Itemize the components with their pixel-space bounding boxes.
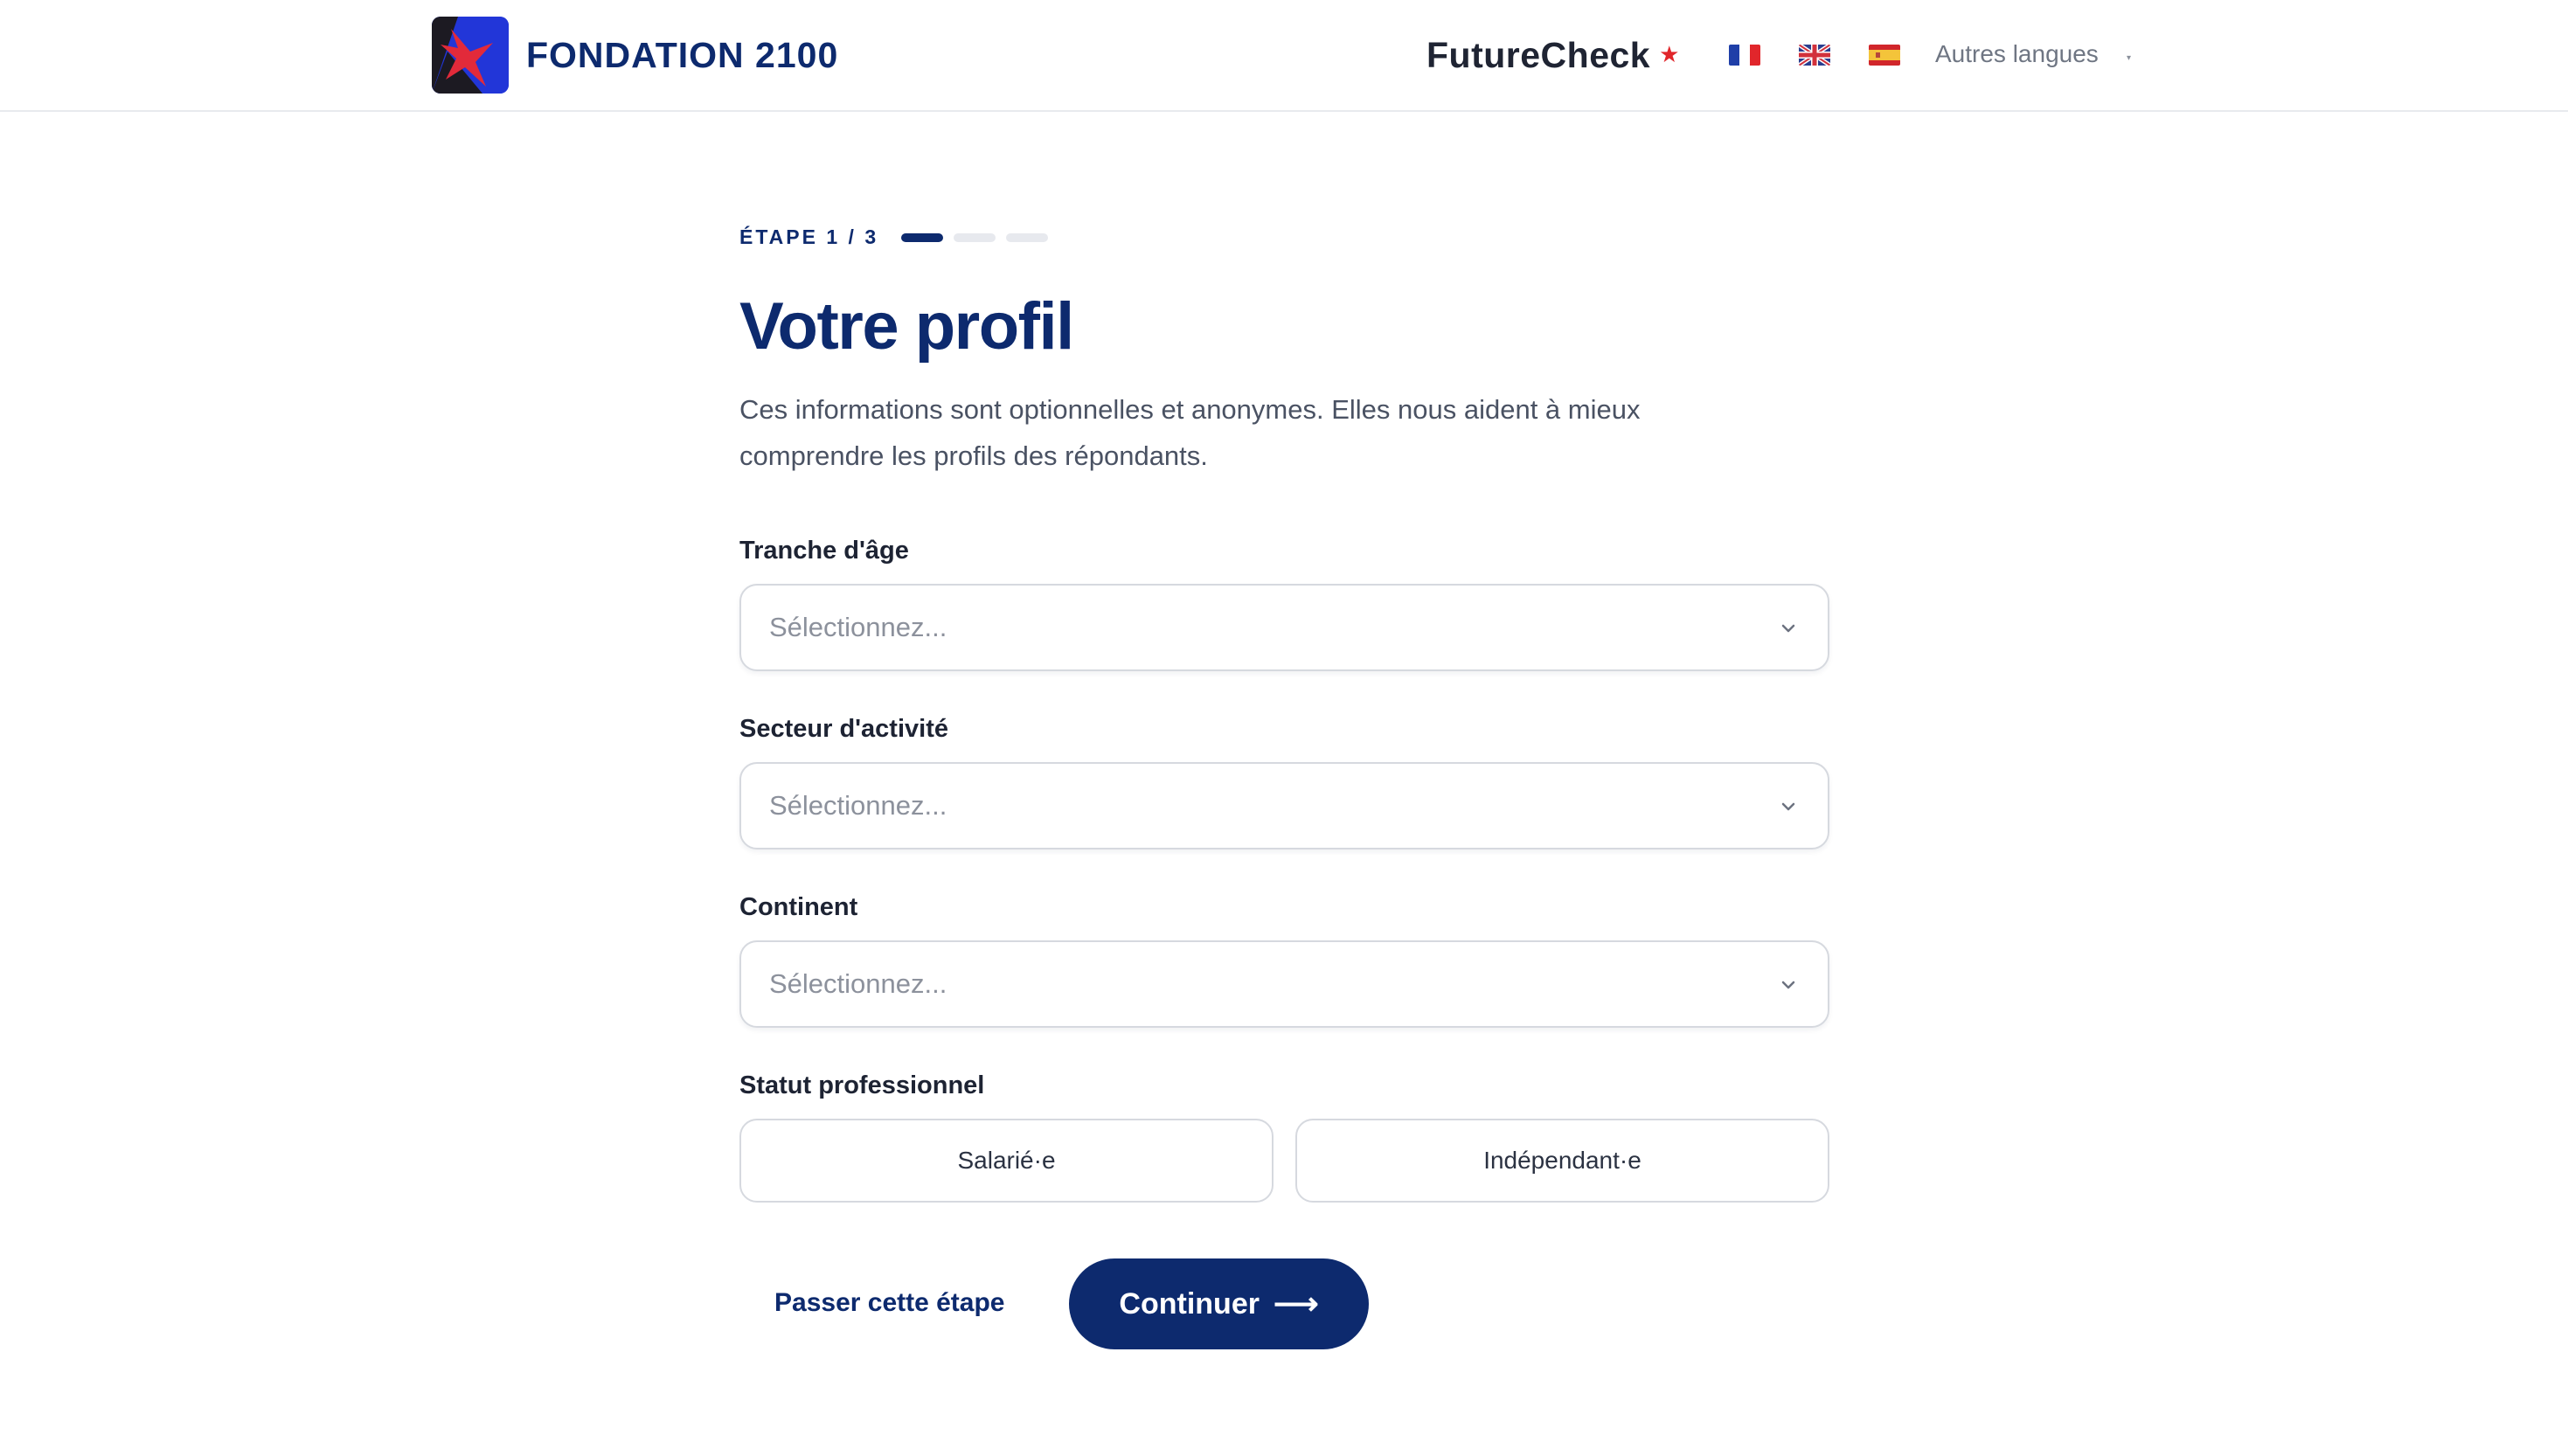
sector-select[interactable]: Sélectionnez... xyxy=(739,762,1829,849)
page-title: Votre profil xyxy=(739,289,1074,364)
intro-text: Ces informations sont optionnelles et an… xyxy=(739,394,1641,471)
continue-label: Continuer xyxy=(1119,1286,1260,1321)
top-navigation-bar: FONDATION 2100 FutureCheck ★ Autres langu… xyxy=(0,0,2568,112)
skip-step-link[interactable]: Passer cette étape xyxy=(774,1288,1005,1318)
product-name-text: FutureCheck xyxy=(1426,35,1651,75)
brand-name: FONDATION 2100 xyxy=(526,34,839,75)
chevron-down-icon xyxy=(1781,981,1795,989)
status-option-independant[interactable]: Indépendant·e xyxy=(1295,1119,1829,1203)
fr-flag-icon[interactable] xyxy=(1729,45,1760,66)
step-label: ÉTAPE 1 / 3 xyxy=(739,225,879,248)
fondation-logo-icon xyxy=(432,17,509,94)
uk-flag-icon[interactable] xyxy=(1799,45,1830,66)
status-option-salarie[interactable]: Salarié·e xyxy=(739,1119,1274,1203)
other-languages-link[interactable]: Autres langues xyxy=(1935,40,2099,68)
step-indicator-2 xyxy=(954,232,996,242)
arrow-right-icon: ⟶ xyxy=(1273,1286,1319,1321)
status-option-label: Salarié·e xyxy=(957,1147,1056,1174)
brand[interactable]: FONDATION 2100 xyxy=(432,17,838,94)
step-progress: ÉTAPE 1 / 3 xyxy=(739,225,1058,249)
star-icon: ★ xyxy=(1659,41,1680,67)
sector-label: Secteur d'activité xyxy=(739,715,948,743)
chevron-down-icon xyxy=(1781,802,1795,811)
chevron-down-icon xyxy=(1781,624,1795,633)
professional-status-label: Statut professionnel xyxy=(739,1071,985,1099)
age-range-label: Tranche d'âge xyxy=(739,537,909,565)
continent-select[interactable]: Sélectionnez... xyxy=(739,940,1829,1028)
age-range-select[interactable]: Sélectionnez... xyxy=(739,584,1829,671)
continent-label: Continent xyxy=(739,893,858,921)
es-flag-icon[interactable] xyxy=(1869,45,1900,66)
age-range-placeholder: Sélectionnez... xyxy=(769,612,947,642)
chevron-down-icon[interactable]: ▾ xyxy=(2127,53,2132,63)
status-option-label: Indépendant·e xyxy=(1483,1147,1641,1174)
futurecheck-product-name[interactable]: FutureCheck ★ xyxy=(1426,35,1680,76)
step-indicator-1 xyxy=(901,232,944,242)
continue-button[interactable]: Continuer ⟶ xyxy=(1069,1258,1369,1349)
continent-placeholder: Sélectionnez... xyxy=(769,968,947,999)
step-progress-bars xyxy=(901,232,1058,242)
sector-placeholder: Sélectionnez... xyxy=(769,790,947,821)
step-indicator-3 xyxy=(1006,232,1049,242)
